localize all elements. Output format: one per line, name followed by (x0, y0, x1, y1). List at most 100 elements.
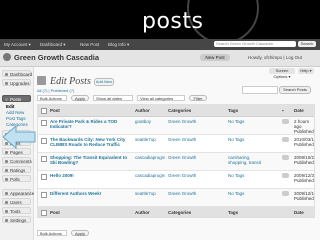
sidebar-item-users[interactable]: Users (2, 198, 31, 205)
apply-button-bottom[interactable]: Apply (71, 230, 89, 236)
search-posts-button[interactable]: Search Posts (279, 86, 311, 94)
comment-count-icon[interactable] (282, 155, 289, 160)
comment-count-icon[interactable] (282, 137, 289, 142)
comment-count-icon[interactable] (282, 173, 289, 178)
screenshot: My Account ▾ Dashboard ▾ New Post Blog I… (0, 39, 320, 240)
sidebar-item-label: Tools (10, 209, 21, 214)
post-title-link[interactable]: Different Authors Week! (50, 191, 132, 196)
row-checkbox[interactable] (41, 138, 47, 144)
users-icon (5, 201, 8, 204)
sidebar-item-label: Users (10, 200, 22, 205)
bulk-actions-select-bottom[interactable]: Bulk Actions (37, 230, 67, 236)
footer-column-date[interactable]: Date (294, 210, 304, 215)
sidebar-item-settings[interactable]: Settings (2, 216, 31, 223)
table-row[interactable]: Different Authors Week! seattle7up Green… (38, 189, 314, 207)
column-post[interactable]: Post (50, 108, 60, 113)
admin-search-input[interactable]: Search Green Growth Cascadia (214, 41, 296, 47)
post-title-link[interactable]: The Backwards City: New York City CLIMBS… (50, 137, 132, 147)
post-tags[interactable]: No Tags (228, 191, 268, 196)
post-category-link[interactable]: Green Growth (168, 191, 200, 196)
post-date: 2009/10/23 Published (294, 155, 314, 165)
post-title-link[interactable]: Hello 2009! (50, 173, 132, 178)
posts-table: Post Author Categories Tags ▪ Date Are P… (37, 104, 315, 218)
post-author-link[interactable]: cascadiaprogressweb (135, 173, 165, 178)
comments-icon (5, 160, 8, 163)
sidebar-item-dashboard[interactable]: Dashboard (2, 70, 32, 77)
row-checkbox[interactable] (41, 174, 47, 180)
site-title[interactable]: Green Growth Cascadia (14, 53, 99, 62)
apply-button[interactable]: Apply (71, 95, 89, 101)
category-filter-select[interactable]: View all categories (137, 95, 185, 101)
column-date[interactable]: Date (294, 108, 304, 113)
sidebar-item-label: Polls (10, 177, 20, 182)
footer-column-author[interactable]: Author (135, 210, 150, 215)
column-tags[interactable]: Tags (228, 108, 238, 113)
post-tags[interactable]: No Tags (228, 119, 268, 124)
post-title-link[interactable]: Are Private Park & Rides a TOD Indicator… (50, 119, 132, 129)
pages-icon (5, 151, 8, 154)
posts-page-icon (37, 76, 46, 85)
post-tags[interactable]: carsharing, shopping, transit (228, 155, 268, 165)
comment-count-icon[interactable] (282, 119, 289, 124)
table-row[interactable]: Hello 2009! cascadiaprogressweb Green Gr… (38, 171, 314, 189)
row-checkbox[interactable] (41, 120, 47, 126)
sidebar-item-appearance[interactable]: Appearance (2, 189, 35, 196)
sidebar-item-tools[interactable]: Tools (2, 207, 31, 214)
add-new-button[interactable]: Add New (94, 78, 114, 86)
row-checkbox[interactable] (41, 156, 47, 162)
footer-column-tags[interactable]: Tags (228, 210, 238, 215)
table-row[interactable]: The Backwards City: New York City CLIMBS… (38, 135, 314, 153)
submenu-add-new[interactable]: Add New (2, 110, 31, 115)
bulk-actions-select[interactable]: Bulk Actions (37, 95, 67, 101)
post-author-link[interactable]: seattle7up (135, 137, 165, 142)
admin-search-button[interactable]: Search (298, 41, 316, 47)
filter-button[interactable]: Filter (189, 95, 207, 101)
comment-count-icon[interactable] (282, 191, 289, 196)
table-header: Post Author Categories Tags ▪ Date (38, 105, 314, 117)
settings-icon (5, 219, 8, 222)
table-row[interactable]: Shopping: The Transit Equivalent to Ski … (38, 153, 314, 171)
ratings-icon (5, 169, 8, 172)
user-greeting[interactable]: Howdy, ofchimpo | Log Out (248, 55, 302, 60)
post-category-link[interactable]: Green Growth (168, 119, 200, 124)
polls-icon (5, 178, 8, 181)
footer-column-post[interactable]: Post (50, 210, 60, 215)
post-category-link[interactable]: Green Growth (168, 137, 200, 142)
post-author-link[interactable]: cascadiaprogressweb (135, 155, 165, 160)
post-author-link[interactable]: seattle7up (135, 191, 165, 196)
column-categories[interactable]: Categories (168, 108, 191, 113)
sidebar-item-comments[interactable]: Comments (2, 157, 32, 164)
comments-column-icon: ▪ (282, 108, 284, 113)
sidebar-item-polls[interactable]: Polls (2, 175, 31, 182)
post-title-link[interactable]: Shopping: The Transit Equivalent to Ski … (50, 155, 132, 165)
select-all-checkbox-footer[interactable] (41, 210, 47, 216)
post-tags[interactable]: No Tags (228, 137, 268, 142)
post-tags[interactable]: No Tags (228, 173, 268, 178)
status-filters[interactable]: All (7) | Published (7) (37, 88, 74, 93)
sidebar-item-label: Appearance (10, 191, 35, 196)
date-filter-select[interactable]: Show all dates (93, 95, 133, 101)
post-category-link[interactable]: Green Growth (168, 155, 200, 160)
new-post-link[interactable]: New Post (80, 42, 99, 47)
my-account-menu[interactable]: My Account ▾ (4, 42, 31, 48)
select-all-checkbox[interactable] (41, 108, 47, 114)
search-posts-input[interactable] (242, 86, 278, 94)
dashboard-menu[interactable]: Dashboard ▾ (40, 42, 66, 48)
sidebar-item-upgrades[interactable]: Upgrades (2, 79, 31, 86)
submenu-edit[interactable]: Edit (2, 104, 31, 109)
column-author[interactable]: Author (135, 108, 150, 113)
sidebar-item-posts[interactable]: Posts (2, 95, 31, 102)
sidebar-item-ratings[interactable]: Ratings (2, 166, 31, 173)
blog-info-menu[interactable]: Blog Info ▾ (108, 42, 129, 48)
post-category-link[interactable]: Green Growth (168, 173, 200, 178)
row-checkbox[interactable] (41, 192, 47, 198)
table-row[interactable]: Are Private Park & Rides a TOD Indicator… (38, 117, 314, 135)
post-author-link[interactable]: goatboy (135, 119, 165, 124)
footer-column-categories[interactable]: Categories (168, 210, 191, 215)
help-button[interactable]: Help ▾ (298, 68, 314, 74)
submenu-post-tags[interactable]: Post Tags (2, 116, 31, 121)
favorite-actions-button[interactable]: New Post (200, 54, 230, 61)
pointer-arrow-icon (2, 124, 36, 150)
screen-options-button[interactable]: Screen Options ▾ (269, 68, 295, 79)
post-date: 2009/12/31 Published (294, 173, 314, 183)
